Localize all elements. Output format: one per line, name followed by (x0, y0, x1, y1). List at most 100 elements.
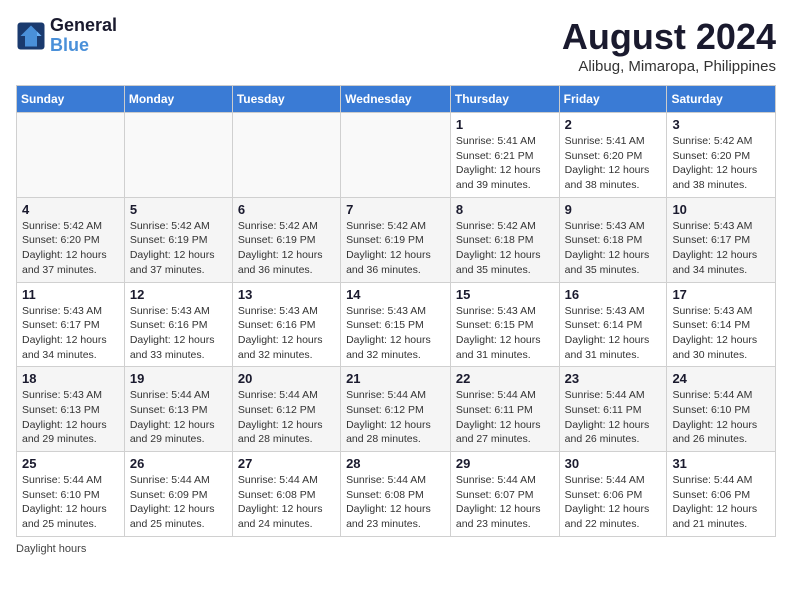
day-info: Sunrise: 5:44 AMSunset: 6:12 PMDaylight:… (346, 388, 445, 447)
calendar-cell: 13 Sunrise: 5:43 AMSunset: 6:16 PMDayligh… (232, 282, 340, 367)
day-info: Sunrise: 5:43 AMSunset: 6:17 PMDaylight:… (672, 219, 770, 278)
logo-icon (16, 21, 46, 51)
day-number: 24 (672, 371, 770, 386)
day-number: 27 (238, 456, 335, 471)
day-number: 3 (672, 117, 770, 132)
day-number: 31 (672, 456, 770, 471)
logo-text: General Blue (50, 16, 117, 56)
day-number: 4 (22, 202, 119, 217)
calendar-week-row: 18Sunrise: 5:43 AMSunset: 6:13 PMDayligh… (17, 367, 776, 452)
day-info: Sunrise: 5:44 AMSunset: 6:10 PMDaylight:… (22, 473, 119, 532)
day-number: 16 (565, 287, 662, 302)
day-info: Sunrise: 5:44 AMSunset: 6:08 PMDaylight:… (346, 473, 445, 532)
calendar-week-row: 11 Sunrise: 5:43 AMSunset: 6:17 PMDayligh… (17, 282, 776, 367)
day-info: Sunrise: 5:43 AMSunset: 6:17 PMDaylight:… (22, 304, 119, 363)
day-info: Sunrise: 5:42 AMSunset: 6:18 PMDaylight:… (456, 219, 554, 278)
day-number: 10 (672, 202, 770, 217)
title-block: August 2024 Alibug, Mimaropa, Philippine… (562, 16, 776, 75)
day-info: Sunrise: 5:43 AMSunset: 6:16 PMDaylight:… (130, 304, 227, 363)
day-header-saturday: Saturday (667, 86, 776, 113)
day-number: 13 (238, 287, 335, 302)
day-number: 20 (238, 371, 335, 386)
day-info: Sunrise: 5:43 AMSunset: 6:15 PMDaylight:… (346, 304, 445, 363)
day-header-tuesday: Tuesday (232, 86, 340, 113)
day-info: Sunrise: 5:44 AMSunset: 6:09 PMDaylight:… (130, 473, 227, 532)
day-number: 26 (130, 456, 227, 471)
day-number: 21 (346, 371, 445, 386)
calendar-cell: 19Sunrise: 5:44 AMSunset: 6:13 PMDayligh… (124, 367, 232, 452)
calendar-cell: 1 Sunrise: 5:41 AMSunset: 6:21 PMDaylight… (450, 113, 559, 198)
day-number: 22 (456, 371, 554, 386)
page-header: General Blue August 2024 Alibug, Mimarop… (16, 16, 776, 75)
calendar-cell: 16 Sunrise: 5:43 AMSunset: 6:14 PMDayligh… (559, 282, 667, 367)
day-header-wednesday: Wednesday (341, 86, 451, 113)
day-number: 14 (346, 287, 445, 302)
month-year: August 2024 (562, 16, 776, 58)
calendar-cell: 12 Sunrise: 5:43 AMSunset: 6:16 PMDayligh… (124, 282, 232, 367)
day-info: Sunrise: 5:43 AMSunset: 6:14 PMDaylight:… (565, 304, 662, 363)
calendar-table: SundayMondayTuesdayWednesdayThursdayFrid… (16, 85, 776, 537)
location: Alibug, Mimaropa, Philippines (562, 58, 776, 75)
calendar-cell: 5 Sunrise: 5:42 AMSunset: 6:19 PMDaylight… (124, 197, 232, 282)
day-number: 1 (456, 117, 554, 132)
day-number: 12 (130, 287, 227, 302)
day-info: Sunrise: 5:41 AMSunset: 6:21 PMDaylight:… (456, 134, 554, 193)
calendar-header-row: SundayMondayTuesdayWednesdayThursdayFrid… (17, 86, 776, 113)
day-number: 17 (672, 287, 770, 302)
calendar-cell: 17Sunrise: 5:43 AMSunset: 6:14 PMDayligh… (667, 282, 776, 367)
calendar-cell: 27Sunrise: 5:44 AMSunset: 6:08 PMDayligh… (232, 452, 340, 537)
day-info: Sunrise: 5:44 AMSunset: 6:06 PMDaylight:… (565, 473, 662, 532)
calendar-cell: 24Sunrise: 5:44 AMSunset: 6:10 PMDayligh… (667, 367, 776, 452)
day-number: 9 (565, 202, 662, 217)
calendar-cell: 21 Sunrise: 5:44 AMSunset: 6:12 PMDayligh… (341, 367, 451, 452)
day-number: 15 (456, 287, 554, 302)
calendar-cell: 26 Sunrise: 5:44 AMSunset: 6:09 PMDayligh… (124, 452, 232, 537)
calendar-cell: 7Sunrise: 5:42 AMSunset: 6:19 PMDaylight… (341, 197, 451, 282)
day-info: Sunrise: 5:43 AMSunset: 6:16 PMDaylight:… (238, 304, 335, 363)
day-info: Sunrise: 5:43 AMSunset: 6:18 PMDaylight:… (565, 219, 662, 278)
day-info: Sunrise: 5:44 AMSunset: 6:12 PMDaylight:… (238, 388, 335, 447)
calendar-cell: 3 Sunrise: 5:42 AMSunset: 6:20 PMDaylight… (667, 113, 776, 198)
footer-note: Daylight hours (16, 543, 776, 555)
day-info: Sunrise: 5:42 AMSunset: 6:19 PMDaylight:… (346, 219, 445, 278)
calendar-cell: 9 Sunrise: 5:43 AMSunset: 6:18 PMDaylight… (559, 197, 667, 282)
calendar-cell: 6 Sunrise: 5:42 AMSunset: 6:19 PMDaylight… (232, 197, 340, 282)
calendar-cell: 10 Sunrise: 5:43 AMSunset: 6:17 PMDayligh… (667, 197, 776, 282)
day-header-sunday: Sunday (17, 86, 125, 113)
calendar-cell: 14 Sunrise: 5:43 AMSunset: 6:15 PMDayligh… (341, 282, 451, 367)
calendar-cell: 20 Sunrise: 5:44 AMSunset: 6:12 PMDayligh… (232, 367, 340, 452)
calendar-cell: 15 Sunrise: 5:43 AMSunset: 6:15 PMDayligh… (450, 282, 559, 367)
day-number: 6 (238, 202, 335, 217)
calendar-cell (232, 113, 340, 198)
day-number: 11 (22, 287, 119, 302)
calendar-cell: 8 Sunrise: 5:42 AMSunset: 6:18 PMDaylight… (450, 197, 559, 282)
day-info: Sunrise: 5:44 AMSunset: 6:13 PMDaylight:… (130, 388, 227, 447)
day-info: Sunrise: 5:42 AMSunset: 6:19 PMDaylight:… (238, 219, 335, 278)
day-header-friday: Friday (559, 86, 667, 113)
calendar-cell: 28 Sunrise: 5:44 AMSunset: 6:08 PMDayligh… (341, 452, 451, 537)
calendar-week-row: 1 Sunrise: 5:41 AMSunset: 6:21 PMDaylight… (17, 113, 776, 198)
day-info: Sunrise: 5:42 AMSunset: 6:20 PMDaylight:… (672, 134, 770, 193)
day-number: 28 (346, 456, 445, 471)
day-number: 23 (565, 371, 662, 386)
day-number: 8 (456, 202, 554, 217)
calendar-cell (341, 113, 451, 198)
calendar-cell: 18Sunrise: 5:43 AMSunset: 6:13 PMDayligh… (17, 367, 125, 452)
calendar-cell: 4 Sunrise: 5:42 AMSunset: 6:20 PMDaylight… (17, 197, 125, 282)
day-header-monday: Monday (124, 86, 232, 113)
day-number: 25 (22, 456, 119, 471)
day-info: Sunrise: 5:44 AMSunset: 6:11 PMDaylight:… (565, 388, 662, 447)
day-info: Sunrise: 5:43 AMSunset: 6:13 PMDaylight:… (22, 388, 119, 447)
day-header-thursday: Thursday (450, 86, 559, 113)
logo: General Blue (16, 16, 117, 56)
calendar-cell (17, 113, 125, 198)
day-info: Sunrise: 5:41 AMSunset: 6:20 PMDaylight:… (565, 134, 662, 193)
day-number: 5 (130, 202, 227, 217)
calendar-cell: 30Sunrise: 5:44 AMSunset: 6:06 PMDayligh… (559, 452, 667, 537)
day-info: Sunrise: 5:42 AMSunset: 6:20 PMDaylight:… (22, 219, 119, 278)
calendar-cell (124, 113, 232, 198)
calendar-week-row: 25 Sunrise: 5:44 AMSunset: 6:10 PMDayligh… (17, 452, 776, 537)
day-info: Sunrise: 5:42 AMSunset: 6:19 PMDaylight:… (130, 219, 227, 278)
day-info: Sunrise: 5:44 AMSunset: 6:06 PMDaylight:… (672, 473, 770, 532)
day-info: Sunrise: 5:43 AMSunset: 6:15 PMDaylight:… (456, 304, 554, 363)
